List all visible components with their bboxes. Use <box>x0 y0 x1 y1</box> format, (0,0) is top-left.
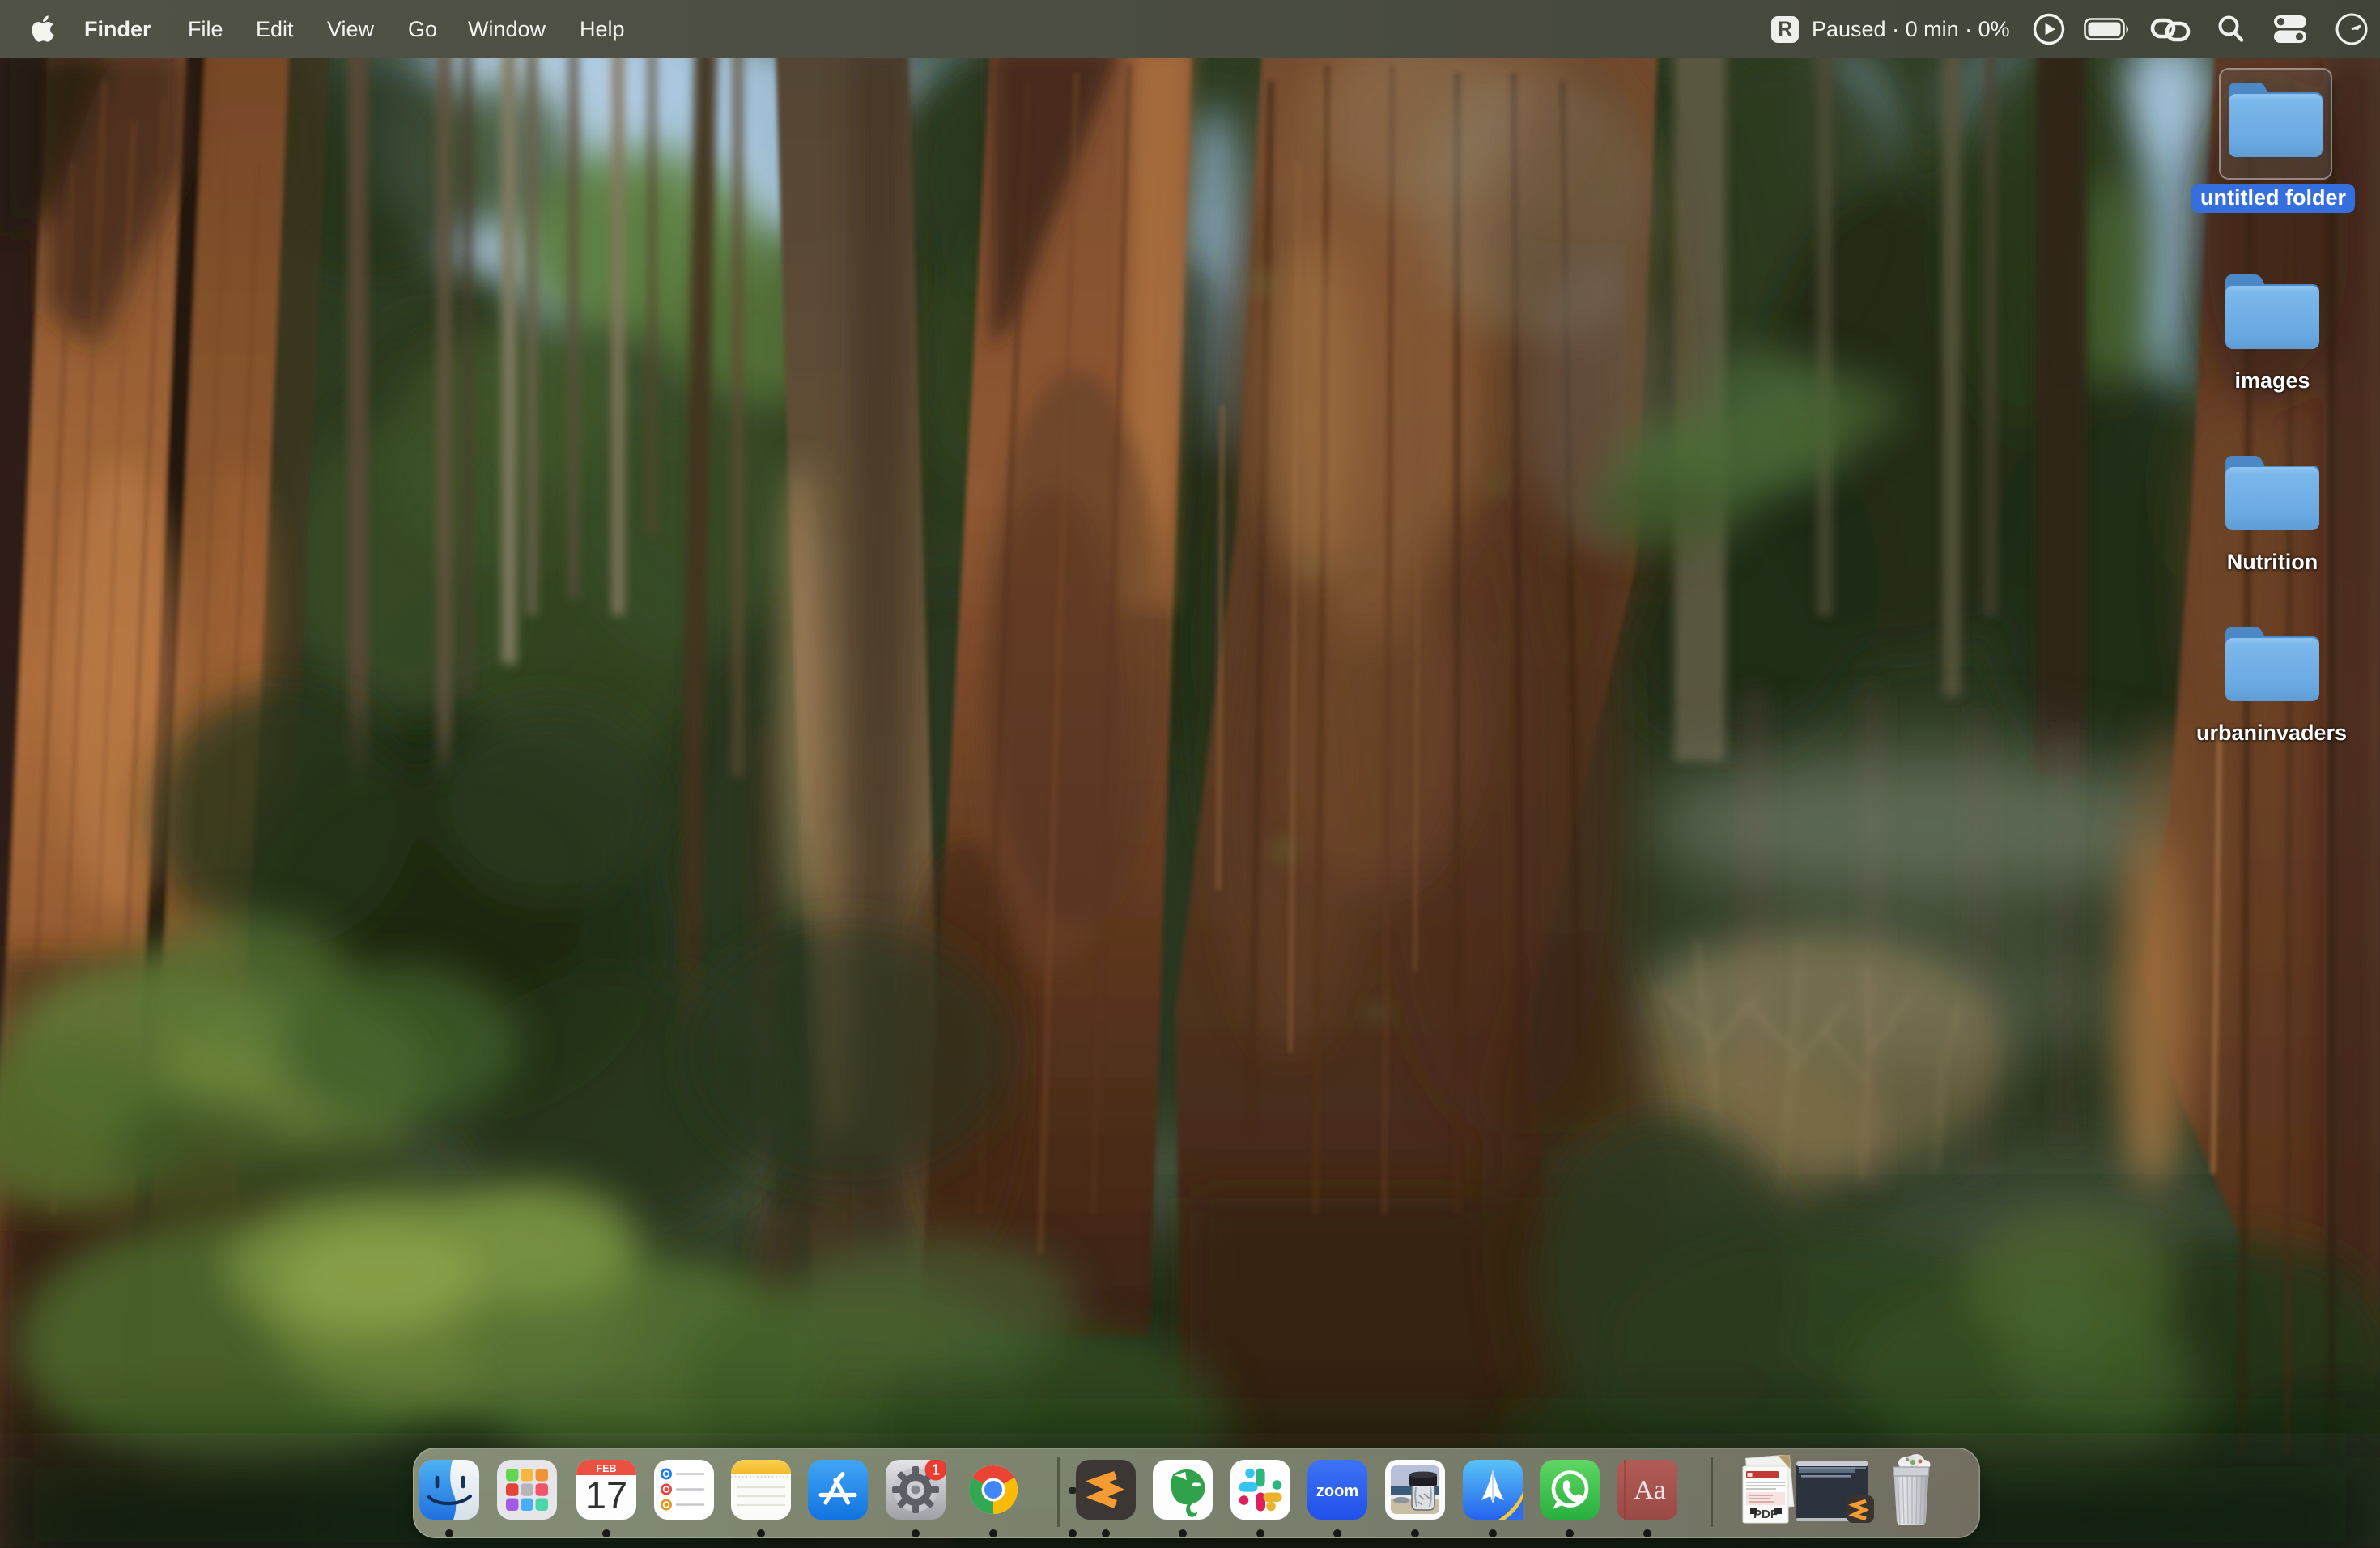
svg-text:FEB: FEB <box>597 1463 617 1474</box>
svg-text:zoom: zoom <box>1316 1482 1358 1500</box>
svg-text:17: 17 <box>585 1474 627 1516</box>
svg-text:Aa: Aa <box>1634 1475 1666 1505</box>
svg-text:1: 1 <box>932 1462 940 1478</box>
